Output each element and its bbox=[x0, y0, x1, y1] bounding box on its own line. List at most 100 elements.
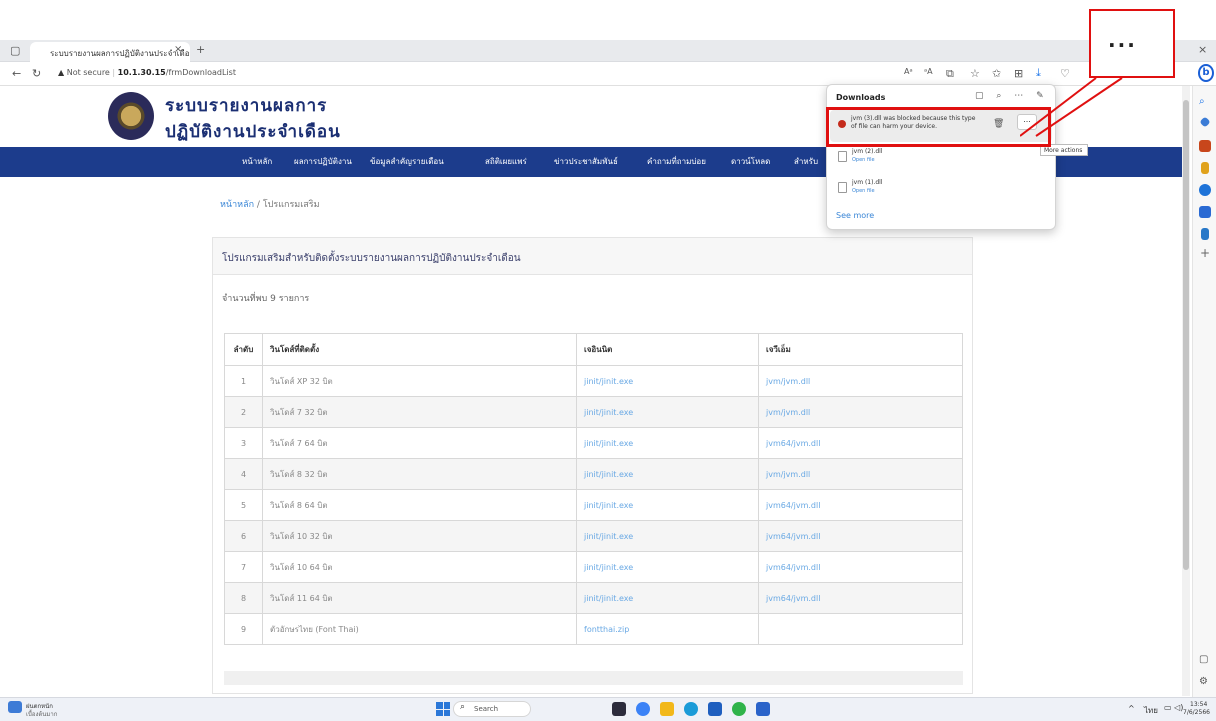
favorite-icon[interactable]: ☆ bbox=[970, 67, 980, 80]
bing-icon[interactable]: b bbox=[1198, 64, 1214, 82]
language-indicator[interactable]: ไทย bbox=[1144, 704, 1158, 717]
jvm-link[interactable]: jvm/jvm.dll bbox=[758, 365, 963, 397]
windows-version: วินโดส์ 7 32 บิต bbox=[262, 396, 577, 428]
jvm-link[interactable]: jvm64/jvm.dll bbox=[758, 520, 963, 552]
tab-actions-icon[interactable]: ▢ bbox=[10, 44, 20, 57]
callout-lines bbox=[1020, 77, 1123, 137]
warning-icon: ▲ bbox=[58, 68, 67, 77]
table-row: 2 วินโดส์ 7 32 บิต jinit/jinit.exe jvm/jvm.… bbox=[224, 396, 963, 428]
favorites-icon[interactable]: ✩ bbox=[992, 67, 1001, 80]
row-number: 3 bbox=[224, 427, 263, 459]
table-row: 8 วินโดส์ 11 64 บิต jinit/jinit.exe jvm64/j… bbox=[224, 582, 963, 614]
jvm-link[interactable]: jvm64/jvm.dll bbox=[758, 551, 963, 583]
breadcrumb-current: โปรแกรมเสริม bbox=[262, 200, 320, 210]
extensions-icon[interactable]: ⧉ bbox=[946, 67, 954, 81]
not-secure-label: Not secure bbox=[66, 68, 110, 77]
new-tab-icon[interactable]: + bbox=[196, 43, 205, 56]
back-icon[interactable]: ← bbox=[12, 67, 21, 80]
start-icon[interactable] bbox=[436, 702, 450, 716]
clock-date[interactable]: 7/6/2566 bbox=[1183, 709, 1210, 716]
settings-icon[interactable]: ⚙ bbox=[1199, 676, 1208, 687]
download-file-name[interactable]: jvm (2).dll bbox=[852, 148, 883, 155]
tab-title: ระบบรายงานผลการปฏิบัติงานประจำเดือน bbox=[50, 49, 190, 58]
col-order: ลำดับ bbox=[224, 333, 263, 366]
weather-icon[interactable] bbox=[8, 701, 22, 713]
nav-item-faq[interactable]: คำถามที่ถามบ่อย bbox=[647, 155, 706, 168]
jinit-link[interactable]: jinit/jinit.exe bbox=[576, 582, 759, 614]
jinit-link[interactable]: jinit/jinit.exe bbox=[576, 396, 759, 428]
url-field[interactable]: ▲ Not secure | 10.1.30.15/frmDownloadLis… bbox=[58, 68, 236, 77]
nav-item-news[interactable]: ข่าวประชาสัมพันธ์ bbox=[554, 155, 618, 168]
jinit-link[interactable]: jinit/jinit.exe bbox=[576, 427, 759, 459]
store-icon[interactable] bbox=[708, 702, 722, 716]
file-explorer-icon[interactable] bbox=[660, 702, 674, 716]
jinit-link[interactable]: jinit/jinit.exe bbox=[576, 489, 759, 521]
jvm-link[interactable]: jvm64/jvm.dll bbox=[758, 427, 963, 459]
tag-icon[interactable] bbox=[1199, 116, 1211, 128]
scrollbar-thumb[interactable] bbox=[1183, 100, 1189, 570]
edge-icon[interactable] bbox=[684, 702, 698, 716]
highlight-box bbox=[826, 107, 1051, 147]
file-icon bbox=[838, 182, 847, 193]
table-row: 9 ตัวอักษรไทย (Font Thai) fontthai.zip bbox=[224, 613, 963, 645]
window-close-icon[interactable]: × bbox=[1198, 43, 1207, 56]
chrome-icon[interactable] bbox=[732, 702, 746, 716]
jvm-link[interactable]: jvm/jvm.dll bbox=[758, 396, 963, 428]
tab-close-icon[interactable]: × bbox=[174, 44, 182, 55]
row-number: 5 bbox=[224, 489, 263, 521]
nav-item-for[interactable]: สำหรับ bbox=[794, 155, 818, 168]
open-file-link[interactable]: Open file bbox=[852, 157, 875, 163]
table-row: 3 วินโดส์ 7 64 บิต jinit/jinit.exe jvm64/jv… bbox=[224, 427, 963, 459]
jinit-link[interactable]: jinit/jinit.exe bbox=[576, 458, 759, 490]
add-icon[interactable]: + bbox=[1200, 246, 1210, 260]
jinit-link[interactable]: jinit/jinit.exe bbox=[576, 520, 759, 552]
nav-item-download[interactable]: ดาวน์โหลด bbox=[731, 155, 770, 168]
jinit-link[interactable]: fontthai.zip bbox=[576, 613, 759, 645]
url-path: /frmDownloadList bbox=[165, 68, 236, 77]
zoom-callout-dots: ... bbox=[1108, 28, 1137, 52]
outlook-icon[interactable] bbox=[1201, 228, 1209, 240]
office-icon[interactable] bbox=[1199, 206, 1211, 218]
chat-icon[interactable] bbox=[636, 702, 650, 716]
jinit-link[interactable]: jinit/jinit.exe bbox=[576, 551, 759, 583]
translate-icon[interactable]: ᵃA bbox=[924, 67, 933, 76]
windows-version: วินโดส์ XP 32 บิต bbox=[262, 365, 577, 397]
table-row: 6 วินโดส์ 10 32 บิต jinit/jinit.exe jvm64/j… bbox=[224, 520, 963, 552]
tools-icon[interactable] bbox=[1201, 162, 1209, 174]
jvm-link[interactable]: jvm/jvm.dll bbox=[758, 458, 963, 490]
jvm-link[interactable]: jvm64/jvm.dll bbox=[758, 582, 963, 614]
col-jinit: เจอินนิต bbox=[576, 333, 759, 366]
search-icon: ⌕ bbox=[460, 702, 466, 712]
outlook-app-icon[interactable] bbox=[756, 702, 770, 716]
read-aloud-icon[interactable]: Aᵃ bbox=[904, 67, 913, 76]
refresh-icon[interactable]: ↻ bbox=[32, 67, 41, 80]
jvm-link[interactable]: jvm64/jvm.dll bbox=[758, 489, 963, 521]
breadcrumb-home[interactable]: หน้าหลัก bbox=[220, 200, 254, 210]
windows-version: วินโดส์ 10 64 บิต bbox=[262, 551, 577, 583]
row-number: 2 bbox=[224, 396, 263, 428]
jvm-link[interactable] bbox=[758, 613, 963, 645]
open-file-link[interactable]: Open file bbox=[852, 188, 875, 194]
table-header-row: ลำดับ วินโดส์ที่ติดตั้ง เจอินนิต เจวีเอ็… bbox=[224, 333, 963, 366]
nav-item-statistics[interactable]: สถิติเผยแพร่ bbox=[485, 155, 527, 168]
shopping-icon[interactable] bbox=[1199, 140, 1211, 152]
nav-item-home[interactable]: หน้าหลัก bbox=[242, 155, 272, 168]
nav-item-performance[interactable]: ผลการปฏิบัติงาน bbox=[294, 155, 352, 168]
download-file-name[interactable]: jvm (1).dll bbox=[852, 179, 883, 186]
nav-item-monthly-data[interactable]: ข้อมูลสำคัญรายเดือน bbox=[370, 155, 444, 168]
windows-version: วินโดส์ 7 64 บิต bbox=[262, 427, 577, 459]
see-more-link[interactable]: See more bbox=[836, 211, 874, 220]
windows-version: วินโดส์ 8 64 บิต bbox=[262, 489, 577, 521]
task-view-icon[interactable] bbox=[612, 702, 626, 716]
windows-version: ตัวอักษรไทย (Font Thai) bbox=[262, 613, 577, 645]
download-table: ลำดับ วินโดส์ที่ติดตั้ง เจอินนิต เจวีเอ็… bbox=[224, 333, 963, 645]
clock-time[interactable]: 13:54 bbox=[1190, 701, 1207, 708]
search-icon[interactable]: ⌕ bbox=[1199, 96, 1205, 107]
sidebar-panel-icon[interactable]: ▢ bbox=[1199, 654, 1208, 665]
screen: ▢ ระบบรายงานผลการปฏิบัติงานประจำเดือน × … bbox=[0, 0, 1216, 721]
network-volume-icon[interactable]: ▭ ◁) bbox=[1164, 703, 1183, 712]
tray-chevron-icon[interactable]: ^ bbox=[1128, 704, 1135, 713]
browser-tab[interactable]: ระบบรายงานผลการปฏิบัติงานประจำเดือน bbox=[30, 42, 190, 62]
games-icon[interactable] bbox=[1199, 184, 1211, 196]
jinit-link[interactable]: jinit/jinit.exe bbox=[576, 365, 759, 397]
